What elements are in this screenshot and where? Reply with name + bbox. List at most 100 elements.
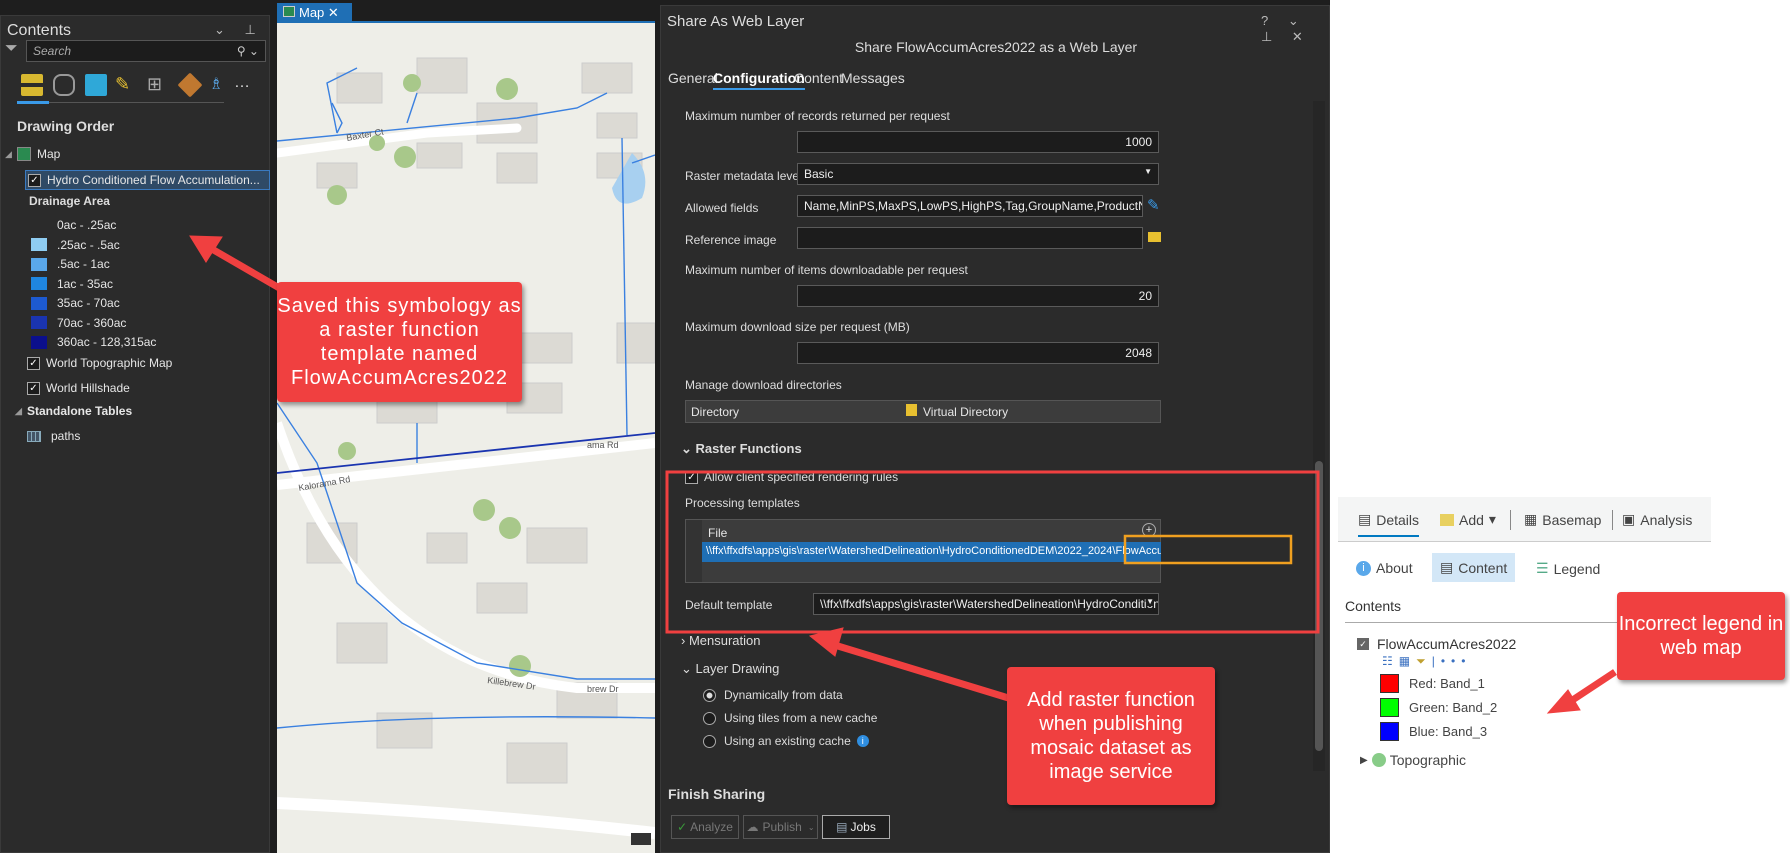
pencil-icon[interactable]: ✎ (1147, 196, 1160, 214)
filter-icon[interactable]: ⏷ (5, 40, 18, 58)
search-icon[interactable]: ⚲ ⌄ (237, 44, 259, 58)
layer-checkbox[interactable]: ✓ (27, 356, 40, 370)
info-icon[interactable]: i (856, 735, 869, 747)
processing-templates-table: File + \\ffx\ffxdfs\apps\gis\raster\Wate… (685, 519, 1161, 583)
layer-checkbox[interactable]: ✓ (27, 381, 40, 395)
layer-actions[interactable]: ☷▦⏷|••• (1382, 654, 1471, 669)
tree-layer-hydro[interactable]: ✓ Hydro Conditioned Flow Accumulation... (25, 170, 270, 190)
button-label: Jobs (850, 820, 876, 834)
list-by-perspective-icon[interactable]: ♗ (209, 74, 231, 96)
contents-pane: Contents ⌄ ⊥ ✕ ⏷ Search⚲ ⌄ ✎ ⊞ ♗ … Drawi… (0, 15, 270, 853)
legend-icon: ☰ (1536, 560, 1549, 576)
search-input[interactable]: Search ⚲ ⌄ (26, 40, 266, 62)
tab-map[interactable]: Map ✕ (277, 3, 352, 23)
tab-label: Details (1376, 511, 1420, 528)
list-by-snapping-icon[interactable]: ⊞ (147, 74, 169, 96)
content-button[interactable]: ▤ Content (1432, 553, 1516, 582)
radio-label: Dynamically from data (724, 688, 843, 702)
list-by-source-icon[interactable] (53, 74, 75, 96)
default-template-value: \\ffx\ffxdfs\apps\gis\raster\WatershedDe… (820, 597, 1158, 611)
legend-label: Red: Band_1 (1409, 676, 1485, 691)
max-items-label: Maximum number of items downloadable per… (685, 263, 968, 277)
radio-dynamic[interactable]: Dynamically from data (703, 688, 843, 702)
legend-item: 35ac - 70ac (1, 293, 120, 313)
metadata-select[interactable]: Basic ▼ (797, 163, 1159, 185)
add-button[interactable]: Add ▾ (1440, 511, 1496, 528)
pane-title: Share As Web Layer (667, 13, 805, 30)
scrollbar[interactable] (1313, 101, 1325, 771)
raster-functions-section[interactable]: ⌄ Raster Functions (681, 441, 802, 457)
tree-layer-topo[interactable]: ✓ World Topographic Map (27, 353, 172, 373)
add-template-icon[interactable]: + (1142, 523, 1156, 537)
more-icon[interactable]: … (234, 74, 256, 96)
expand-icon[interactable]: ▶ (1360, 755, 1368, 766)
reference-input[interactable] (797, 227, 1143, 249)
web-layer-row[interactable]: ✓ FlowAccumAcres2022 (1357, 636, 1516, 652)
about-button[interactable]: i About (1356, 560, 1413, 576)
legend-button[interactable]: ☰ Legend (1536, 560, 1600, 577)
layer-drawing-section[interactable]: ⌄ Layer Drawing (681, 661, 779, 677)
max-items-input[interactable]: 20 (797, 285, 1159, 307)
map-navigator-icon[interactable] (631, 833, 651, 845)
max-size-input[interactable]: 2048 (797, 342, 1159, 364)
legend-swatch (1380, 722, 1399, 741)
add-directory-icon[interactable] (906, 404, 917, 416)
radio-existing-cache[interactable]: Using an existing cache i (703, 734, 869, 748)
analysis-icon: ▣ (1622, 511, 1636, 527)
radio-new-cache[interactable]: Using tiles from a new cache (703, 711, 877, 725)
metadata-value: Basic (804, 167, 834, 181)
allow-rules-checkbox[interactable]: ✓ Allow client specified rendering rules (685, 470, 898, 484)
callout-incorrect-legend: Incorrect legend in web map (1617, 592, 1785, 680)
fields-input[interactable]: Name,MinPS,MaxPS,LowPS,HighPS,Tag,GroupN… (797, 195, 1143, 217)
layer-checkbox[interactable]: ✓ (28, 173, 41, 187)
web-legend-item: Green: Band_2 (1380, 698, 1497, 717)
finish-sharing-heading: Finish Sharing (668, 786, 766, 802)
default-template-select[interactable]: \\ffx\ffxdfs\apps\gis\raster\WatershedDe… (813, 593, 1159, 615)
legend-label: Blue: Band_3 (1409, 724, 1488, 739)
map-canvas: Baxter Ct Kalorama Rd ama Rd Killebrew D… (277, 57, 655, 839)
drawing-order-heading: Drawing Order (17, 118, 115, 134)
template-row[interactable]: \\ffx\ffxdfs\apps\gis\raster\WatershedDe… (702, 542, 1161, 562)
tree-map[interactable]: ◢ Map (1, 144, 60, 164)
folder-icon[interactable] (1148, 232, 1161, 242)
list-by-drawing-order-icon[interactable] (21, 74, 43, 96)
max-size-label: Maximum download size per request (MB) (685, 320, 910, 334)
info-icon: i (1356, 560, 1371, 576)
tab-content[interactable]: Content (794, 70, 843, 86)
tree-standalone-tables[interactable]: ◢ Standalone Tables (11, 401, 132, 421)
max-records-label: Maximum number of records returned per r… (685, 109, 950, 123)
analyze-button[interactable]: ✓ Analyze (671, 815, 739, 839)
list-by-selection-icon[interactable] (85, 74, 107, 96)
details-tab[interactable]: ▤ Details (1358, 511, 1420, 537)
tab-configuration[interactable]: Configuration (713, 70, 805, 90)
callout-symbology: Saved this symbology as a raster functio… (277, 282, 522, 402)
mensuration-section[interactable]: › Mensuration (681, 633, 761, 648)
checkbox[interactable]: ✓ (685, 470, 698, 484)
analysis-button[interactable]: ▣ Analysis (1622, 511, 1692, 528)
callout-add-raster-function: Add raster function when publishing mosa… (1007, 667, 1215, 805)
tab-label: About (1376, 560, 1413, 576)
layer-checkbox[interactable]: ✓ (1357, 638, 1369, 650)
allow-rules-label: Allow client specified rendering rules (704, 470, 899, 484)
list-by-labeling-icon[interactable] (177, 72, 203, 98)
tab-general[interactable]: General (668, 70, 718, 86)
button-label: Publish (762, 820, 802, 834)
reference-label: Reference image (685, 233, 777, 247)
tab-messages[interactable]: Messages (841, 70, 905, 86)
jobs-button[interactable]: ▤ Jobs (822, 815, 890, 839)
tree-layer-hillshade[interactable]: ✓ World Hillshade (27, 378, 130, 398)
basemap-row[interactable]: ▶ Topographic (1360, 752, 1466, 768)
publish-button[interactable]: ☁ Publish ⌄ (743, 815, 818, 839)
close-icon[interactable]: ✕ (328, 5, 339, 20)
tab-label: Analysis (1640, 511, 1693, 528)
list-by-editing-icon[interactable]: ✎ (115, 74, 137, 96)
tree-table-paths[interactable]: paths (27, 426, 80, 446)
basemap-button[interactable]: ▦ Basemap (1524, 511, 1601, 528)
map-view[interactable]: Baxter Ct Kalorama Rd ama Rd Killebrew D… (277, 21, 655, 853)
legend-label: 1ac - 35ac (57, 276, 114, 291)
max-records-input[interactable]: 1000 (797, 131, 1159, 153)
pane-title: Contents (7, 22, 72, 39)
share-web-layer-pane: Share As Web Layer ? ⌄ ⊥ ✕ Share FlowAcc… (660, 5, 1330, 853)
tab-label: Basemap (1542, 511, 1602, 528)
legend-item: 70ac - 360ac (1, 313, 126, 333)
